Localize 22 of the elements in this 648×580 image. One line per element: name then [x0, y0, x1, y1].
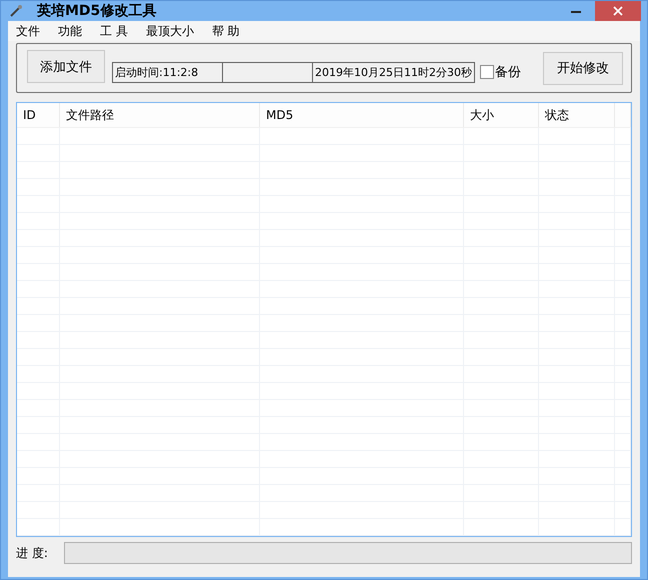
app-icon: [9, 4, 23, 18]
close-button[interactable]: [595, 1, 641, 21]
column-header[interactable]: ID: [17, 103, 60, 127]
minimize-icon: [571, 10, 581, 12]
column-header[interactable]: 大小: [464, 103, 539, 127]
add-file-button[interactable]: 添加文件: [27, 50, 105, 83]
status-text: 2019年10月25日11时2分30秒: [315, 66, 472, 78]
column-header[interactable]: 状态: [539, 103, 615, 127]
menu-item[interactable]: 最顶大小: [144, 22, 196, 40]
menu-item[interactable]: 功能: [56, 22, 84, 40]
backup-label: 备份: [494, 64, 521, 81]
menu-item[interactable]: 帮 助: [210, 22, 242, 40]
window-title: 英培MD5修改工具: [37, 2, 158, 20]
column-header[interactable]: MD5: [260, 103, 464, 127]
menu-item[interactable]: 文件: [14, 22, 42, 40]
close-icon: [613, 6, 623, 16]
menu-item[interactable]: 工 具: [98, 22, 130, 40]
progress-label: 进 度:: [16, 544, 49, 562]
backup-checkbox[interactable]: [480, 65, 494, 79]
column-header[interactable]: 文件路径: [60, 103, 260, 127]
start-button[interactable]: 开始修改: [543, 52, 623, 84]
status-text: 启动时间:11:2:8: [115, 66, 198, 78]
